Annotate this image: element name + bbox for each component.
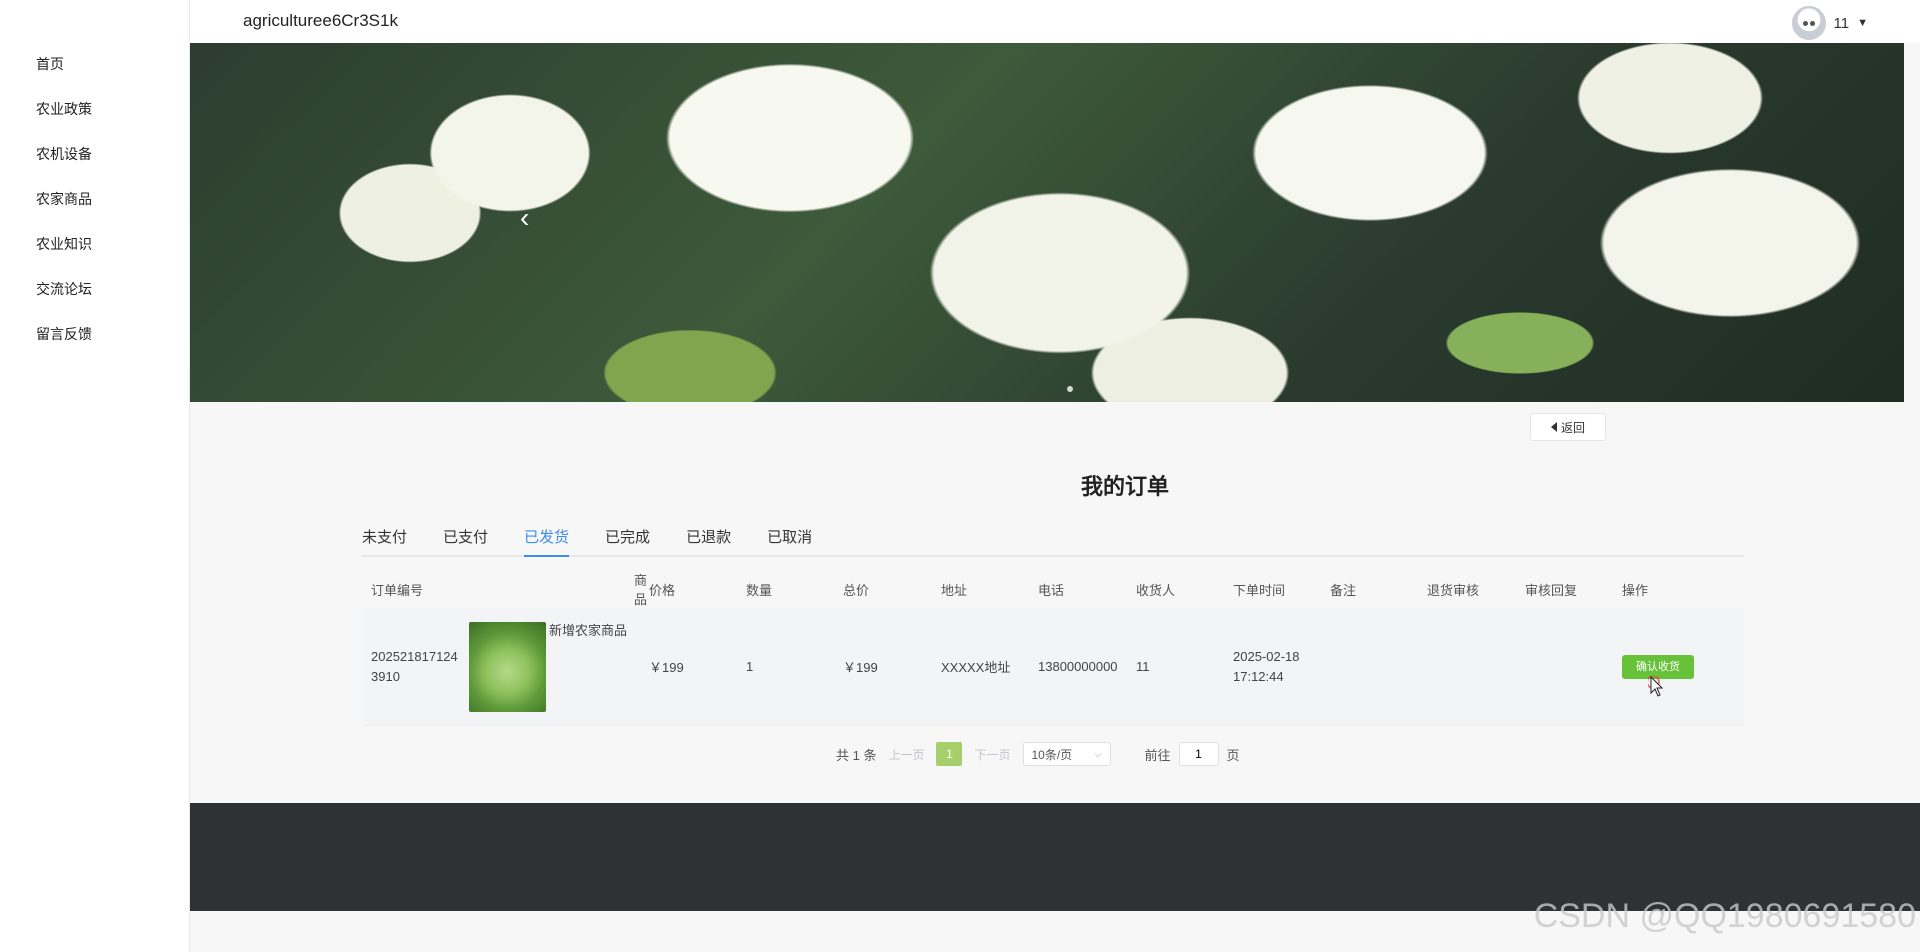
orders-table: 订单编号 商品 价格 数量 总价 地址 电话 收货人 下单时间 备注 退货审核 … bbox=[362, 570, 1744, 726]
column-header: 数量 bbox=[746, 582, 773, 598]
sidebar-item-home[interactable]: 首页 bbox=[0, 52, 189, 97]
goods-image bbox=[469, 621, 546, 712]
avatar bbox=[1791, 6, 1826, 40]
order-number: 2025218171243910 bbox=[371, 648, 458, 684]
page-number-current[interactable]: 1 bbox=[936, 742, 963, 766]
goods-name: 新增农家商品 bbox=[549, 623, 628, 638]
watermark: CSDN @QQ1980691580 bbox=[1533, 897, 1916, 935]
quantity: 1 bbox=[746, 659, 754, 674]
user-name: 11 bbox=[1833, 14, 1850, 32]
caret-left-icon bbox=[1550, 422, 1557, 432]
column-header: 总价 bbox=[843, 582, 870, 598]
mouse-cursor-icon bbox=[1648, 676, 1664, 697]
caret-down-icon: ▼ bbox=[1857, 17, 1868, 29]
column-header: 电话 bbox=[1038, 582, 1065, 598]
tab-paid[interactable]: 已支付 bbox=[443, 527, 488, 557]
table-header: 订单编号 商品 价格 数量 总价 地址 电话 收货人 下单时间 备注 退货审核 … bbox=[362, 570, 1744, 608]
sidebar-item-goods[interactable]: 农家商品 bbox=[0, 187, 189, 232]
column-header: 订单编号 bbox=[371, 582, 424, 598]
back-button-label: 返回 bbox=[1560, 420, 1585, 435]
goto-label: 前往 bbox=[1144, 747, 1171, 763]
price: ￥199 bbox=[649, 660, 684, 675]
page-jump: 前往 页 bbox=[1145, 742, 1240, 766]
page-title: 我的订单 bbox=[1080, 474, 1169, 499]
total-price: ￥199 bbox=[843, 660, 878, 675]
column-header: 地址 bbox=[941, 582, 968, 598]
banner-carousel: ‹ bbox=[190, 43, 1904, 402]
column-header: 收货人 bbox=[1136, 582, 1176, 598]
back-button[interactable]: 返回 bbox=[1530, 413, 1606, 441]
top-header: agriculturee6Cr3S1k 11 ▼ bbox=[190, 0, 1920, 43]
tab-completed[interactable]: 已完成 bbox=[605, 527, 650, 557]
pagination-total: 共 1 条 bbox=[836, 747, 877, 763]
chevron-left-icon[interactable]: ‹ bbox=[520, 204, 546, 232]
sidebar-menu: 首页 农业政策 农机设备 农家商品 农业知识 交流论坛 留言反馈 bbox=[0, 0, 189, 367]
next-page-button[interactable]: 下一页 bbox=[974, 746, 1010, 763]
sidebar-item-machinery[interactable]: 农机设备 bbox=[0, 142, 189, 187]
column-header: 备注 bbox=[1330, 582, 1357, 598]
action-cell: 确认收货 bbox=[1613, 654, 1744, 679]
column-header: 操作 bbox=[1622, 582, 1649, 598]
column-header: 退货审核 bbox=[1427, 582, 1480, 598]
sidebar-item-forum[interactable]: 交流论坛 bbox=[0, 277, 189, 322]
column-header: 下单时间 bbox=[1233, 582, 1286, 598]
order-time: 2025-02-18 17:12:44 bbox=[1233, 648, 1300, 684]
order-tabs: 未支付 已支付 已发货 已完成 已退款 已取消 bbox=[362, 527, 1744, 557]
page-size-select[interactable]: 10条/页 ⌵ bbox=[1022, 742, 1111, 766]
carousel-indicator[interactable] bbox=[1067, 386, 1073, 392]
column-header: 商品 bbox=[634, 573, 648, 607]
address: XXXXX地址 bbox=[941, 660, 1011, 675]
tab-cancelled[interactable]: 已取消 bbox=[767, 527, 812, 557]
user-menu[interactable]: 11 ▼ bbox=[1791, 6, 1868, 40]
footer bbox=[190, 803, 1920, 911]
sidebar-item-knowledge[interactable]: 农业知识 bbox=[0, 232, 189, 277]
confirm-receipt-button[interactable]: 确认收货 bbox=[1622, 654, 1694, 679]
receiver: 11 bbox=[1136, 659, 1150, 674]
page-size-value: 10条/页 bbox=[1031, 747, 1073, 762]
chevron-down-icon: ⌵ bbox=[1094, 748, 1102, 759]
tab-shipped[interactable]: 已发货 bbox=[524, 527, 570, 557]
column-header: 审核回复 bbox=[1525, 582, 1578, 598]
column-header: 价格 bbox=[649, 582, 676, 598]
goods-cell: 新增农家商品 bbox=[460, 608, 640, 725]
tab-refunded[interactable]: 已退款 bbox=[686, 527, 731, 557]
phone: 13800000000 bbox=[1038, 658, 1118, 674]
page-unit-label: 页 bbox=[1226, 747, 1240, 763]
site-title: agriculturee6Cr3S1k bbox=[243, 11, 398, 30]
prev-page-button[interactable]: 上一页 bbox=[888, 746, 924, 763]
table-row: 2025218171243910 新增农家商品 ￥199 1 ￥199 XXXX… bbox=[362, 608, 1744, 726]
sidebar-item-feedback[interactable]: 留言反馈 bbox=[0, 322, 189, 367]
goto-page-input[interactable] bbox=[1178, 742, 1219, 766]
pagination: 共 1 条 上一页 1 下一页 10条/页 ⌵ 前往 页 bbox=[836, 741, 1252, 767]
tab-unpaid[interactable]: 未支付 bbox=[362, 527, 407, 557]
sidebar-item-policy[interactable]: 农业政策 bbox=[0, 97, 189, 142]
